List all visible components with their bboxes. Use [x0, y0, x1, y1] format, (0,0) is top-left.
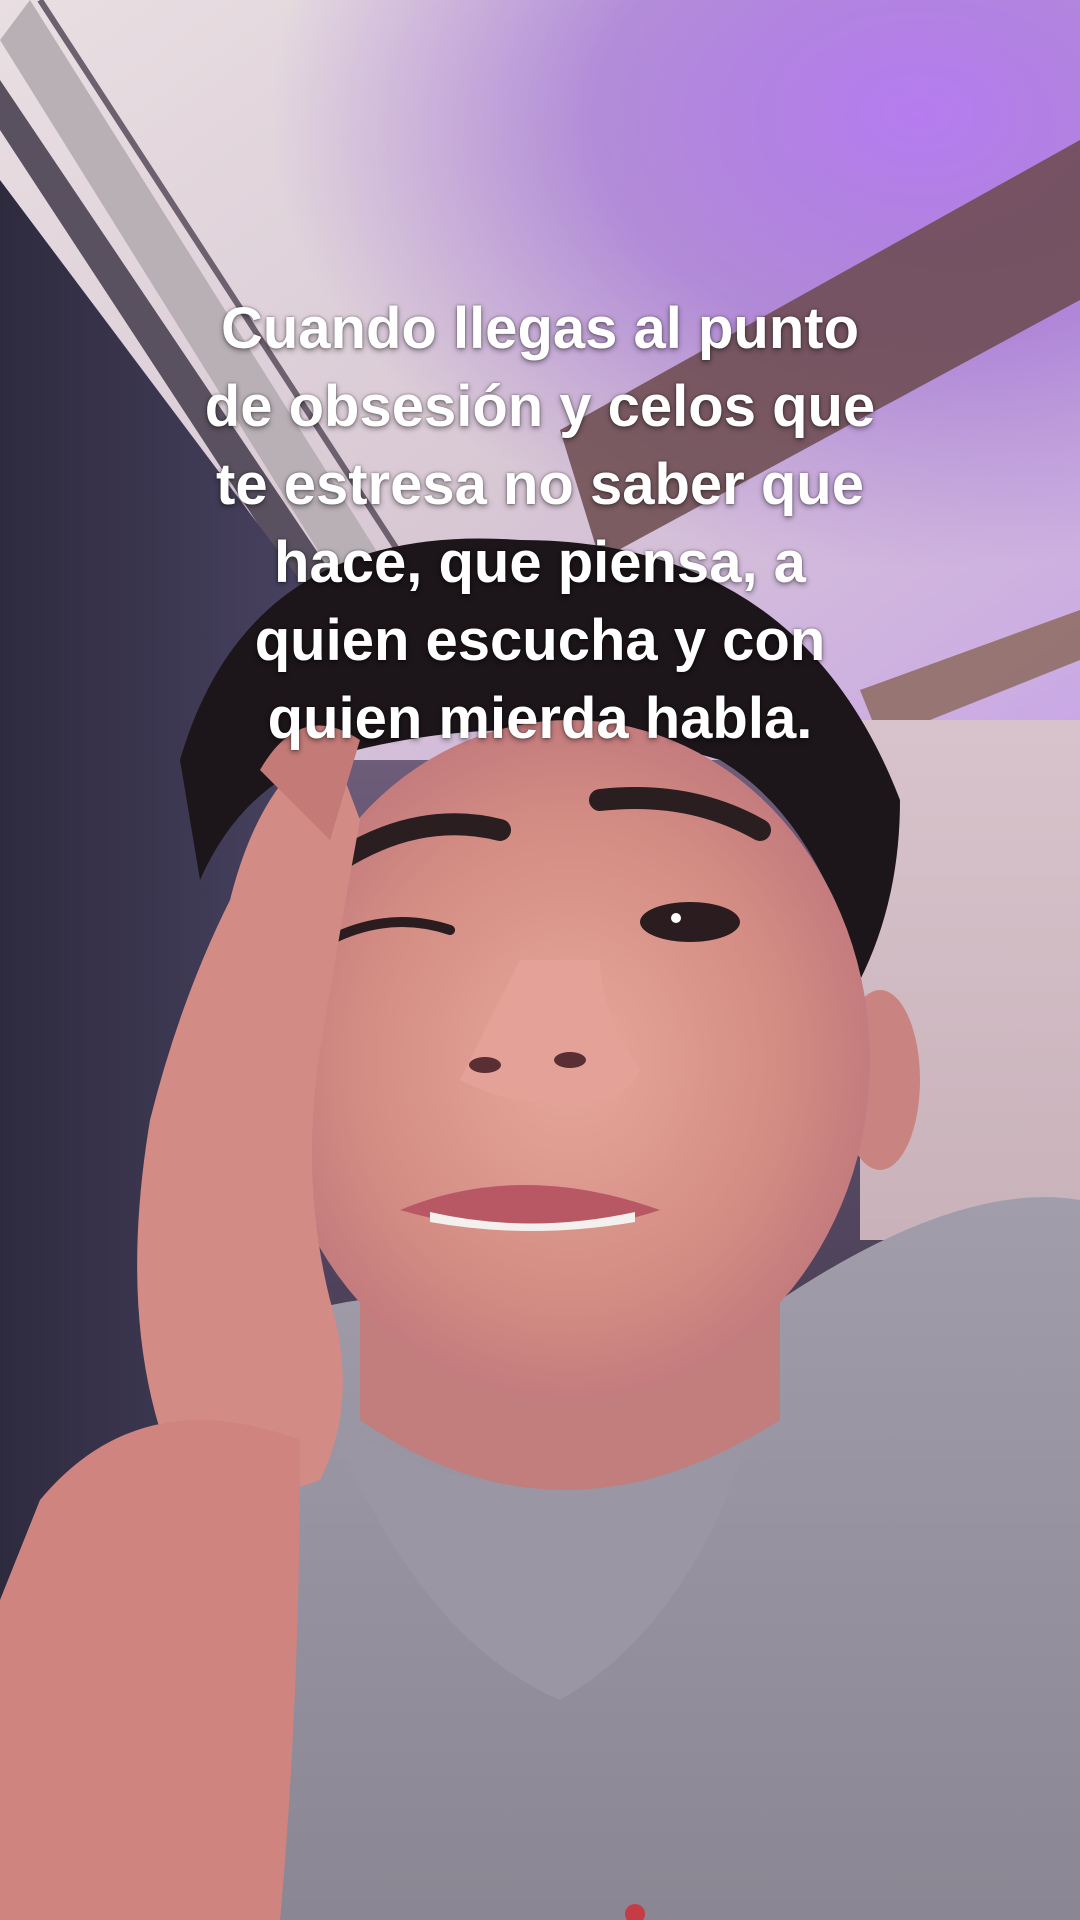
caption-line: de obsesión y celos que — [204, 374, 876, 439]
caption-line: Cuando llegas al punto — [220, 296, 860, 361]
caption-overlay: Cuando llegas al punto de obsesión y cel… — [150, 290, 930, 758]
caption-line: quien mierda habla. — [267, 686, 813, 751]
video-frame[interactable]: Cuando llegas al punto de obsesión y cel… — [0, 0, 1080, 1920]
caption-line: te estresa no saber que — [216, 452, 864, 517]
caption-line: hace, que piensa, a — [274, 530, 806, 595]
caption-line: quien escucha y con — [254, 608, 826, 673]
scene-illustration — [0, 0, 1080, 1920]
